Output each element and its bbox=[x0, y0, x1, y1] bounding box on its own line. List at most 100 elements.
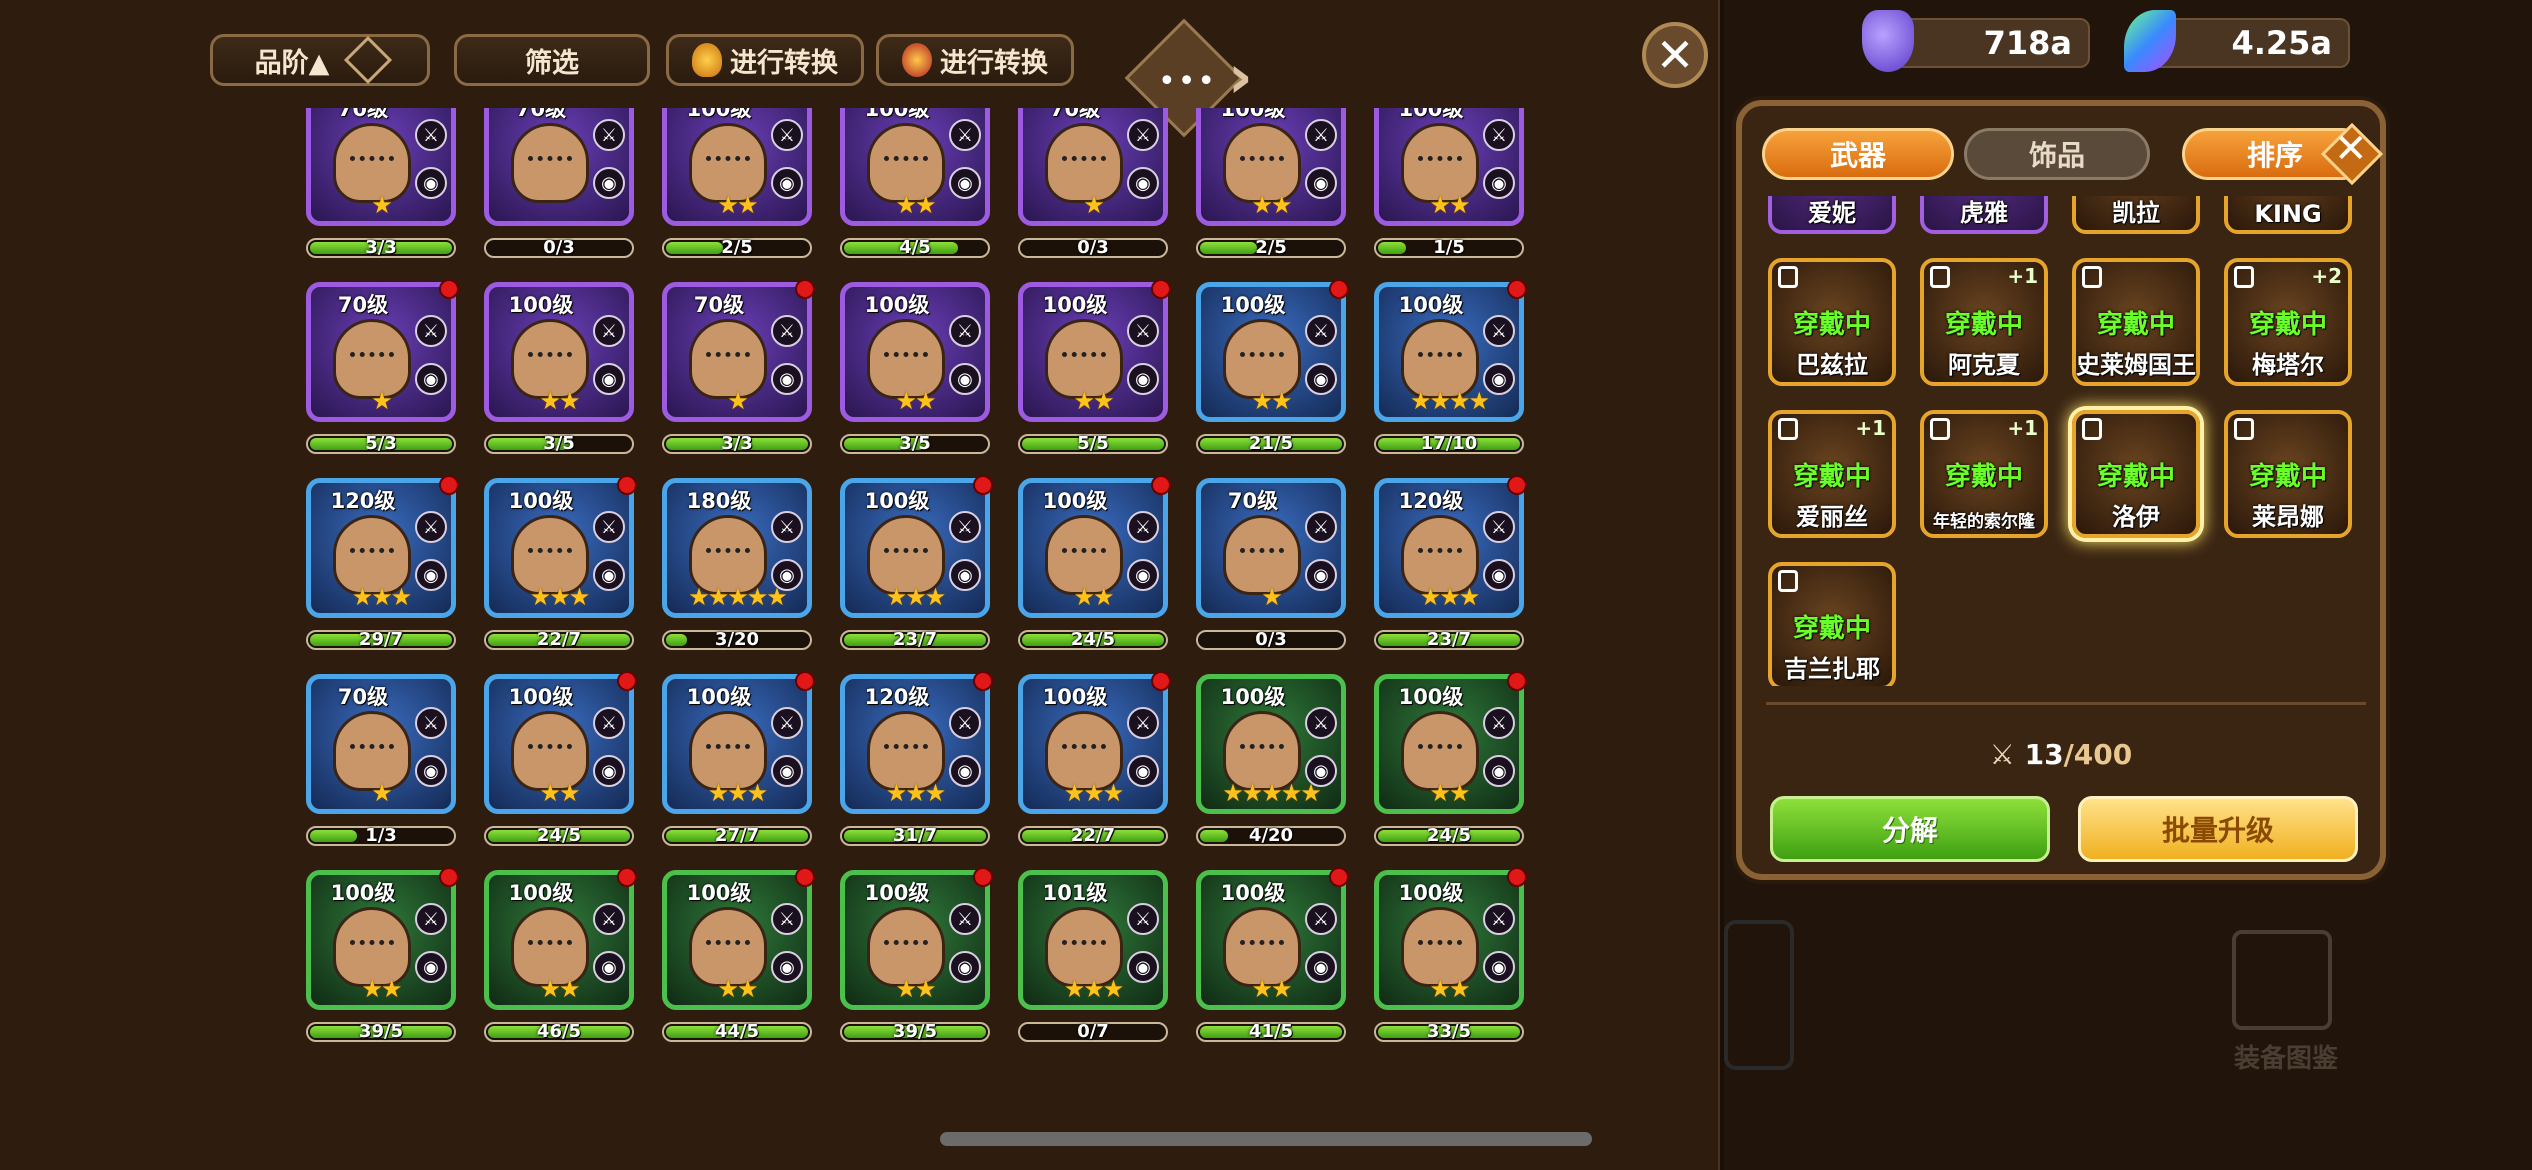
hero-card[interactable]: 100级 ⚔ ◉ ★★ bbox=[1018, 279, 1171, 422]
weapon-slot-icon[interactable]: ⚔ bbox=[593, 315, 625, 347]
hero-card[interactable]: 100级 ⚔ ◉ ★★ bbox=[484, 867, 637, 1010]
equipment-item[interactable]: KING bbox=[2224, 196, 2352, 234]
hero-card[interactable]: 100级 ⚔ ◉ ★★ bbox=[484, 282, 634, 422]
weapon-slot-icon[interactable]: ⚔ bbox=[1305, 119, 1337, 151]
weapon-slot-icon[interactable]: ⚔ bbox=[1483, 903, 1515, 935]
weapon-slot-icon[interactable]: ⚔ bbox=[1127, 903, 1159, 935]
weapon-slot-icon[interactable]: ⚔ bbox=[1127, 511, 1159, 543]
convert-button-1[interactable]: 进行转换 bbox=[666, 34, 864, 86]
weapon-slot-icon[interactable]: ⚔ bbox=[1305, 707, 1337, 739]
equipment-item[interactable]: 凯拉 bbox=[2072, 196, 2200, 234]
batch-upgrade-button[interactable]: 批量升级 bbox=[2078, 796, 2358, 862]
weapon-slot-icon[interactable]: ⚔ bbox=[593, 707, 625, 739]
hero-card[interactable]: 100级 ⚔ ◉ ★★ bbox=[662, 867, 815, 1010]
hero-card[interactable]: 100级 ⚔ ◉ ★★★★ bbox=[1374, 279, 1527, 422]
weapon-slot-icon[interactable]: ⚔ bbox=[1305, 903, 1337, 935]
weapon-slot-icon[interactable]: ⚔ bbox=[593, 511, 625, 543]
hero-card[interactable]: 120级 ⚔ ◉ ★★★ bbox=[306, 475, 459, 618]
scroll-indicator[interactable] bbox=[940, 1132, 1592, 1146]
filter-button[interactable]: 筛选 bbox=[454, 34, 650, 86]
weapon-slot-icon[interactable]: ⚔ bbox=[949, 903, 981, 935]
hero-card[interactable]: 70级 ⚔ ◉ ★ bbox=[306, 279, 459, 422]
equipment-item[interactable]: +1 穿戴中 阿克夏 bbox=[1920, 258, 2048, 386]
hero-card[interactable]: 100级 ⚔ ◉ ★★★★★ bbox=[1196, 674, 1346, 814]
equipment-catalog-button[interactable]: 装备图鉴 bbox=[2206, 920, 2366, 1080]
hero-card[interactable]: 100级 ⚔ ◉ ★★ bbox=[306, 867, 459, 1010]
weapon-slot-icon[interactable]: ⚔ bbox=[771, 707, 803, 739]
weapon-slot-icon[interactable]: ⚔ bbox=[771, 511, 803, 543]
weapon-slot-icon[interactable]: ⚔ bbox=[415, 315, 447, 347]
hero-card[interactable]: 100级 ⚔ ◉ ★★ bbox=[1374, 867, 1527, 1010]
hero-card[interactable]: 180级 ⚔ ◉ ★★★★★ bbox=[662, 478, 812, 618]
equipment-item[interactable]: 穿戴中 吉兰扎耶 bbox=[1768, 562, 1896, 686]
hero-card[interactable]: 100级 ⚔ ◉ ★★ bbox=[840, 108, 990, 226]
weapon-slot-icon[interactable]: ⚔ bbox=[949, 315, 981, 347]
hero-card[interactable]: 100级 ⚔ ◉ ★★ bbox=[1196, 867, 1349, 1010]
weapon-slot-icon[interactable]: ⚔ bbox=[949, 707, 981, 739]
hero-shard-progress: 23/7 bbox=[840, 629, 990, 650]
weapon-slot-icon[interactable]: ⚔ bbox=[593, 119, 625, 151]
weapon-slot-icon[interactable]: ⚔ bbox=[415, 707, 447, 739]
weapon-slot-icon[interactable]: ⚔ bbox=[1483, 119, 1515, 151]
equipment-item[interactable]: 穿戴中 史莱姆国王 bbox=[2072, 258, 2200, 386]
equipment-item[interactable]: +1 穿戴中 爱丽丝 bbox=[1768, 410, 1896, 538]
hero-card[interactable]: 100级 ⚔ ◉ ★★ bbox=[1196, 279, 1349, 422]
weapon-slot-icon[interactable]: ⚔ bbox=[771, 315, 803, 347]
accessory-slot-icon[interactable]: ◉ bbox=[593, 167, 625, 199]
hero-card[interactable]: 100级 ⚔ ◉ ★★ bbox=[840, 282, 990, 422]
weapon-slot-icon[interactable]: ⚔ bbox=[1127, 119, 1159, 151]
hero-card[interactable]: 100级 ⚔ ◉ ★★ bbox=[1196, 108, 1346, 226]
weapon-slot-icon[interactable]: ⚔ bbox=[415, 511, 447, 543]
weapon-slot-icon[interactable]: ⚔ bbox=[949, 119, 981, 151]
progress-text: 44/5 bbox=[714, 1021, 760, 1042]
tab-accessory[interactable]: 饰品 bbox=[1964, 128, 2150, 180]
close-button[interactable]: ✕ bbox=[1642, 22, 1708, 88]
hero-card[interactable]: 70级 ⚔ ◉ ★ bbox=[306, 674, 456, 814]
hero-card[interactable]: 100级 ⚔ ◉ ★★ bbox=[662, 108, 812, 226]
decompose-button[interactable]: 分解 bbox=[1770, 796, 2050, 862]
weapon-slot-icon[interactable]: ⚔ bbox=[1483, 707, 1515, 739]
hero-card[interactable]: 70级 ⚔ ◉ ★ bbox=[662, 279, 815, 422]
weapon-slot-icon[interactable]: ⚔ bbox=[1305, 511, 1337, 543]
hero-card[interactable]: 70级 ⚔ ◉ ★ bbox=[1196, 478, 1346, 618]
tab-weapon[interactable]: 武器 bbox=[1762, 128, 1954, 180]
weapon-slot-icon[interactable]: ⚔ bbox=[593, 903, 625, 935]
hero-card[interactable]: 100级 ⚔ ◉ ★★ bbox=[484, 671, 637, 814]
equipment-item[interactable]: 爱妮 bbox=[1768, 196, 1896, 234]
weapon-slot-icon[interactable]: ⚔ bbox=[1127, 315, 1159, 347]
weapon-slot-icon[interactable]: ⚔ bbox=[415, 903, 447, 935]
hero-card[interactable]: 70级 ⚔ ◉ ★ bbox=[1018, 108, 1168, 226]
equipment-item[interactable]: 虎雅 bbox=[1920, 196, 2048, 234]
chevron-right-icon[interactable]: › bbox=[1228, 42, 1253, 112]
hero-card[interactable]: 100级 ⚔ ◉ ★★★ bbox=[662, 671, 815, 814]
hero-card[interactable]: 120级 ⚔ ◉ ★★★ bbox=[1374, 475, 1527, 618]
hero-card[interactable]: 101级 ⚔ ◉ ★★★ bbox=[1018, 870, 1168, 1010]
weapon-slot-icon[interactable]: ⚔ bbox=[771, 903, 803, 935]
hero-card[interactable]: 100级 ⚔ ◉ ★★★ bbox=[1018, 671, 1171, 814]
hero-card[interactable]: 100级 ⚔ ◉ ★★★ bbox=[840, 475, 993, 618]
weapon-slot-icon[interactable]: ⚔ bbox=[1483, 315, 1515, 347]
hero-card[interactable]: 120级 ⚔ ◉ ★★★ bbox=[840, 671, 993, 814]
weapon-slot-icon[interactable]: ⚔ bbox=[415, 119, 447, 151]
hero-card[interactable]: 100级 ⚔ ◉ ★★ bbox=[1374, 671, 1527, 814]
hero-card[interactable]: 100级 ⚔ ◉ ★★★ bbox=[484, 475, 637, 618]
weapon-slot-icon[interactable]: ⚔ bbox=[1127, 707, 1159, 739]
equipment-item[interactable]: +2 穿戴中 梅塔尔 bbox=[2224, 258, 2352, 386]
hero-card[interactable]: 100级 ⚔ ◉ ★★ bbox=[1374, 108, 1524, 226]
rank-sort-button[interactable]: 品阶▲ bbox=[210, 34, 430, 86]
filter-label: 筛选 bbox=[525, 47, 579, 79]
convert-button-2[interactable]: 进行转换 bbox=[876, 34, 1074, 86]
weapon-slot-icon[interactable]: ⚔ bbox=[1483, 511, 1515, 543]
equipment-item[interactable]: 穿戴中 莱昂娜 bbox=[2224, 410, 2352, 538]
hero-card[interactable]: 70级 ⚔ ◉ ★ bbox=[306, 108, 456, 226]
hero-card[interactable]: 70级 ⚔ ◉ bbox=[484, 108, 634, 226]
hero-card[interactable]: 100级 ⚔ ◉ ★★ bbox=[840, 867, 993, 1010]
weapon-slot-icon[interactable]: ⚔ bbox=[949, 511, 981, 543]
equipment-item[interactable]: +1 穿戴中 年轻的索尔隆 bbox=[1920, 410, 2048, 538]
hero-card[interactable]: 100级 ⚔ ◉ ★★ bbox=[1018, 475, 1171, 618]
weapon-slot-icon[interactable]: ⚔ bbox=[771, 119, 803, 151]
crystal-icon bbox=[1862, 10, 1914, 72]
equipment-item[interactable]: 穿戴中 洛伊 bbox=[2072, 410, 2200, 538]
equipment-item[interactable]: 穿戴中 巴兹拉 bbox=[1768, 258, 1896, 386]
weapon-slot-icon[interactable]: ⚔ bbox=[1305, 315, 1337, 347]
